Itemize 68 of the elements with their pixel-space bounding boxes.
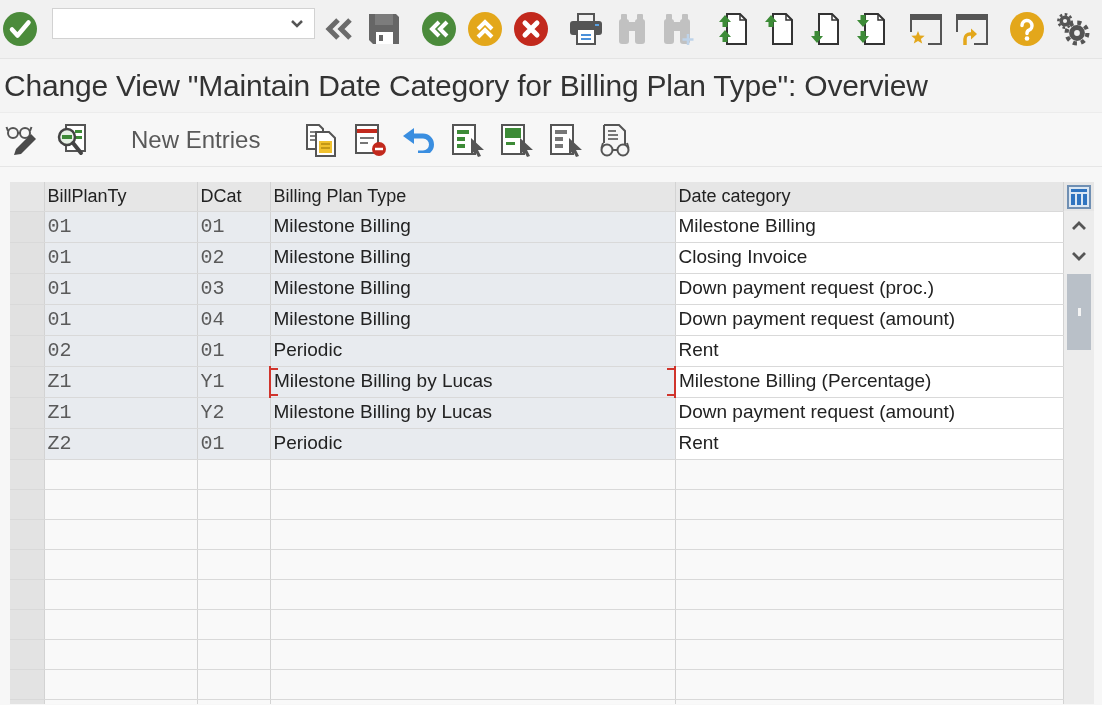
table-cell: Periodic <box>270 428 675 459</box>
table-cell: Milestone Billing <box>270 273 675 304</box>
double-chevron-left-icon <box>323 17 353 41</box>
column-grid-icon <box>1067 184 1091 209</box>
chevron-down-icon <box>1071 251 1087 261</box>
help-icon <box>1010 12 1044 46</box>
table-cell: 02 <box>44 335 197 366</box>
document-magnifier-icon <box>55 122 87 157</box>
table-cell: 01 <box>197 335 270 366</box>
copy-documents-icon <box>305 122 338 157</box>
table-cell: Milestone Billing by Lucas <box>270 397 675 428</box>
table-cell: 01 <box>197 211 270 242</box>
column-settings-button[interactable] <box>1063 182 1094 211</box>
column-header[interactable]: Billing Plan Type <box>270 182 675 211</box>
table-cell: Milestone Billing <box>270 242 675 273</box>
table-cell: 03 <box>197 273 270 304</box>
chevron-down-icon <box>290 18 304 28</box>
table-cell: Down payment request (amount) <box>675 397 1063 428</box>
table-cell: Milestone Billing by Lucas <box>270 366 675 397</box>
window-arrow-icon <box>955 12 989 46</box>
table-cell: Y2 <box>197 397 270 428</box>
window-star-icon <box>909 12 943 46</box>
new-entries-button[interactable]: New Entries <box>119 117 273 162</box>
table-cell: 01 <box>44 242 197 273</box>
table-cell: 01 <box>197 428 270 459</box>
page-double-arrow-down-icon <box>856 12 886 46</box>
column-header[interactable]: Date category <box>675 182 1063 211</box>
table-cell: Rent <box>675 428 1063 459</box>
delete-row-icon <box>353 122 388 157</box>
table-cell: 04 <box>197 304 270 335</box>
table-cell: Closing Invoice <box>675 242 1063 273</box>
table-cell: 02 <box>197 242 270 273</box>
back-icon <box>422 12 456 46</box>
undo-arrow-icon <box>402 126 437 153</box>
document-cursor-icon <box>500 122 535 157</box>
screen-title: Change View "Maintain Date Category for Billing Plan Type": Overview <box>4 68 928 104</box>
page-arrow-down-icon <box>810 12 840 46</box>
binoculars-icon <box>617 13 647 45</box>
table-cell: Milestone Billing <box>270 211 675 242</box>
check-icon <box>3 12 37 46</box>
page-double-arrow-up-icon <box>718 12 748 46</box>
cancel-icon <box>514 12 548 46</box>
table-cell: Milestone Billing <box>675 211 1063 242</box>
table-cell: Down payment request (proc.) <box>675 273 1063 304</box>
gears-icon <box>1056 12 1090 46</box>
table-cell: 01 <box>44 211 197 242</box>
table-cell: Z2 <box>44 428 197 459</box>
table-cell: Periodic <box>270 335 675 366</box>
table-cell: 01 <box>44 304 197 335</box>
document-glasses-icon <box>599 122 632 157</box>
table-cell: Z1 <box>44 366 197 397</box>
chevron-up-icon <box>1071 221 1087 231</box>
column-header[interactable]: DCat <box>197 182 270 211</box>
column-header[interactable]: BillPlanTy <box>44 182 197 211</box>
table-cell: 01 <box>44 273 197 304</box>
printer-icon <box>569 12 603 46</box>
table-cell: Milestone Billing <box>270 304 675 335</box>
table-cell: Down payment request (amount) <box>675 304 1063 335</box>
page-arrow-up-icon <box>764 12 794 46</box>
document-cursor-icon <box>451 122 486 157</box>
scrollbar-thumb[interactable] <box>1067 274 1091 350</box>
double-chevron-up-icon <box>468 12 502 46</box>
command-field[interactable] <box>52 7 315 39</box>
table-cell: Z1 <box>44 397 197 428</box>
document-cursor-icon <box>549 122 584 157</box>
binoculars-plus-icon <box>662 12 694 46</box>
table-cell: Milestone Billing (Percentage) <box>675 366 1063 397</box>
table-cell: Rent <box>675 335 1063 366</box>
